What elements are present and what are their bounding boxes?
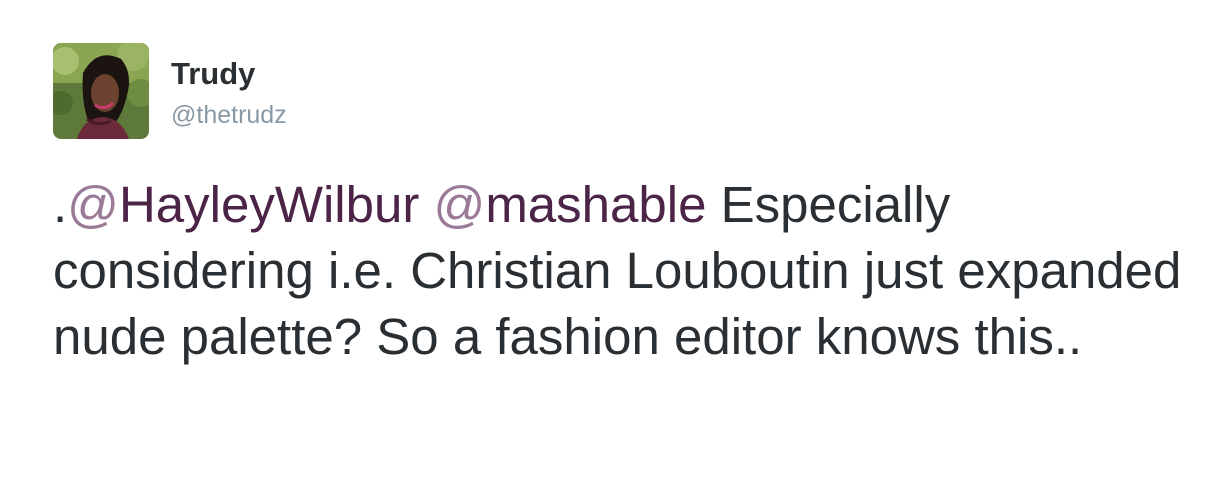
user-handle[interactable]: @thetrudz: [171, 99, 287, 131]
tweet-card: Trudy @thetrudz .@HayleyWilbur @mashable…: [0, 0, 1216, 503]
user-avatar[interactable]: [53, 43, 149, 139]
mention-hayleywilbur-link[interactable]: @HayleyWilbur: [67, 176, 419, 233]
mention-at-symbol: @: [67, 176, 119, 233]
mention-mashable-link[interactable]: @mashable: [434, 176, 707, 233]
mention-at-symbol: @: [433, 176, 486, 233]
mention-name: mashable: [485, 176, 707, 233]
tweet-text: .@HayleyWilbur @mashable Especially cons…: [53, 172, 1193, 370]
avatar-image: [53, 43, 149, 139]
tweet-prefix: .: [53, 176, 68, 233]
user-display-name[interactable]: Trudy: [171, 56, 255, 92]
mention-name: HayleyWilbur: [118, 176, 420, 233]
